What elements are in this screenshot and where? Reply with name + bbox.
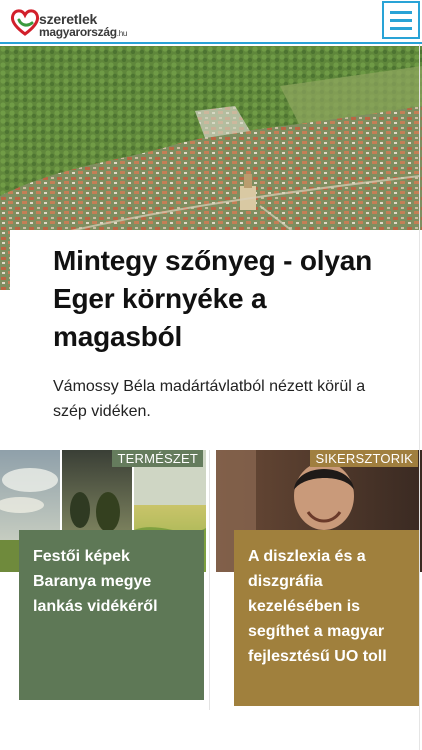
featured-article[interactable]: Mintegy szőnyeg - olyan Eger környéke a … <box>10 230 422 430</box>
menu-bar <box>390 11 412 14</box>
menu-bar <box>390 27 412 30</box>
menu-bar <box>390 19 412 22</box>
card-title-box[interactable]: Festői képek Baranya megye lankás vidéké… <box>19 530 204 700</box>
heart-logo-icon <box>10 9 40 36</box>
site-header: szeretlek magyarország.hu <box>0 0 422 44</box>
hamburger-menu-icon[interactable] <box>382 1 420 39</box>
logo-text-line2: magyarország.hu <box>39 25 127 39</box>
article-card-sikersztorik[interactable]: SIKERSZTORIK A diszlexia és a diszgráfia… <box>216 450 422 710</box>
site-logo[interactable]: szeretlek magyarország.hu <box>10 5 140 41</box>
featured-article-lead: Vámossy Béla madártávlatból nézett körül… <box>53 378 366 420</box>
logo-text-tld: .hu <box>116 29 128 38</box>
category-badge[interactable]: SIKERSZTORIK <box>310 450 418 467</box>
article-card-termeszet[interactable]: TERMÉSZET Festői képek Baranya megye lan… <box>0 450 206 710</box>
logo-text-main: magyarország <box>39 25 117 39</box>
card-title[interactable]: A diszlexia és a diszgráfia kezelésében … <box>248 548 387 665</box>
page-edge-rule <box>419 44 420 750</box>
card-title[interactable]: Festői képek Baranya megye lankás vidéké… <box>33 548 158 615</box>
card-divider <box>209 450 210 710</box>
category-badge[interactable]: TERMÉSZET <box>112 450 203 467</box>
featured-article-title[interactable]: Mintegy szőnyeg - olyan Eger környéke a … <box>53 242 402 356</box>
card-title-box[interactable]: A diszlexia és a diszgráfia kezelésében … <box>234 530 420 706</box>
